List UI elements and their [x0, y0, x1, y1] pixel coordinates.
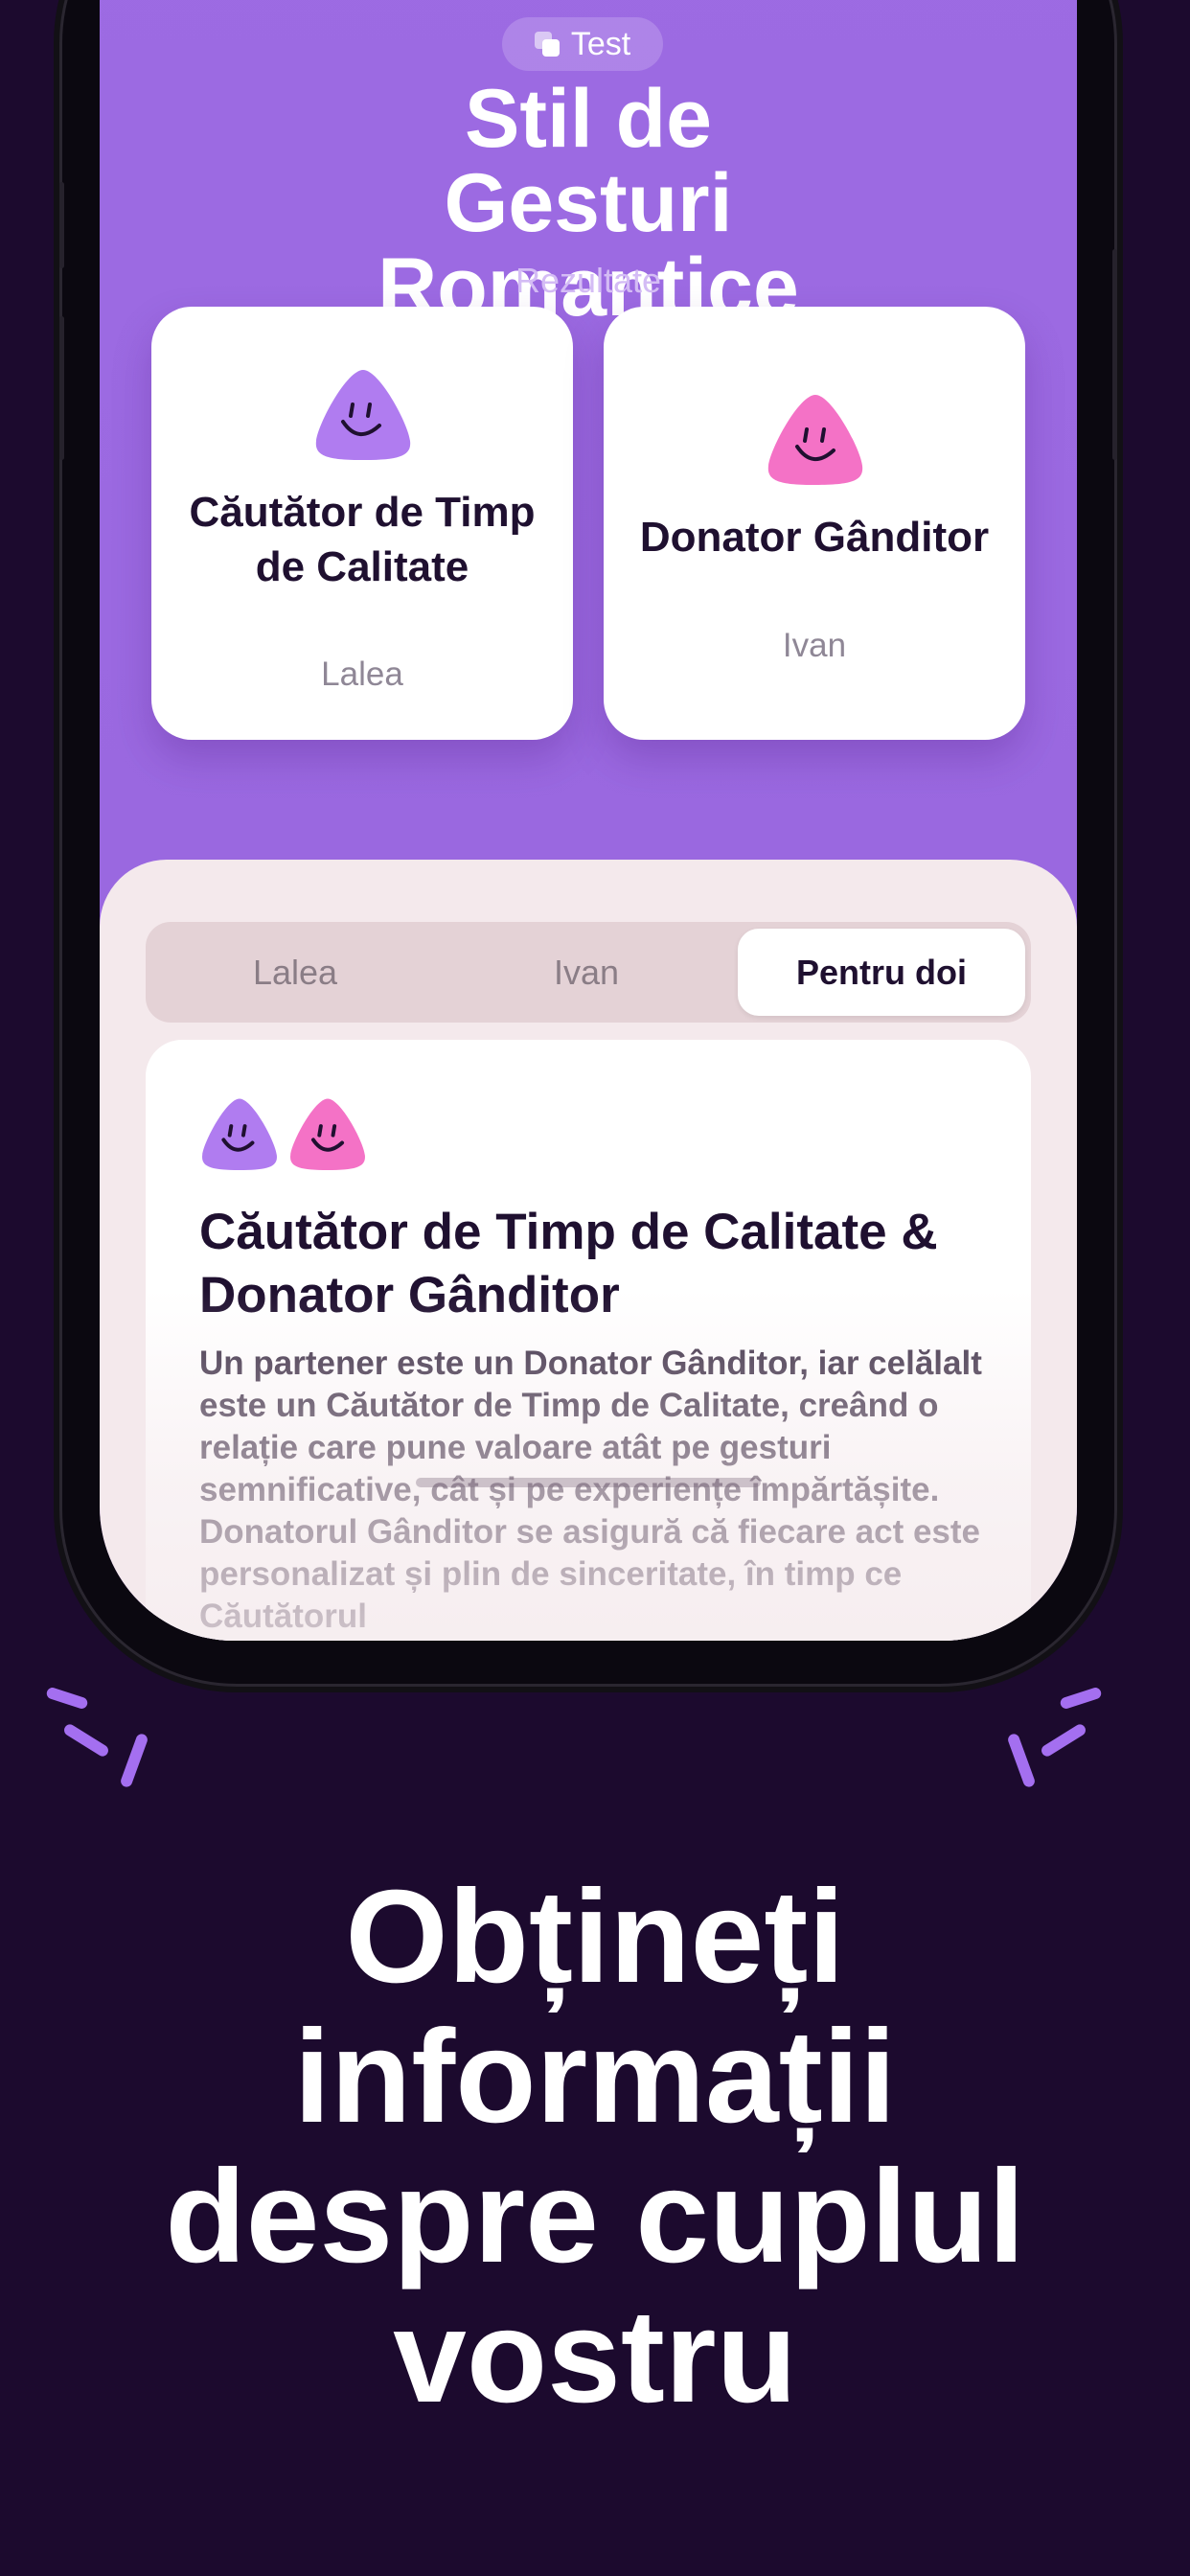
smiley-blob-icon	[767, 395, 863, 485]
app-screen: Test Stil de Gesturi Romantice Rezultate…	[100, 0, 1077, 1641]
smiley-blob-icon	[290, 1098, 365, 1171]
smiley-blob-icon	[315, 370, 411, 460]
page-subtitle: Rezultate	[515, 261, 662, 300]
marketing-headline-text: Obțineți informații despre cuplul vostru	[165, 1863, 1025, 2430]
tab-ivan[interactable]: Ivan	[443, 929, 730, 1016]
result-type-name: Donator Gânditor	[639, 514, 990, 561]
test-badge: Test	[502, 17, 663, 71]
marketing-headline: Obțineți informații despre cuplul vostru	[0, 1867, 1190, 2426]
tab-lalea[interactable]: Lalea	[151, 929, 439, 1016]
copy-icon	[534, 32, 560, 57]
result-type-name: Căutător de Timp de Calitate	[189, 489, 536, 590]
segmented-control: Lalea Ivan Pentru doi	[146, 922, 1031, 1023]
combined-result-card: Căutător de Timp de Calitate & Donator G…	[146, 1040, 1031, 1641]
results-sheet: Lalea Ivan Pentru doi Căutător de Timp d…	[100, 860, 1077, 1641]
result-card-lalea[interactable]: Căutător de Timp de Calitate Lalea	[151, 307, 573, 740]
result-card-ivan[interactable]: Donator Gânditor Ivan	[604, 307, 1025, 740]
tab-pentru-doi[interactable]: Pentru doi	[738, 929, 1025, 1016]
home-indicator	[416, 1478, 761, 1487]
result-person-name: Ivan	[782, 627, 847, 664]
smiley-blob-icon	[202, 1098, 277, 1171]
combined-result-title: Căutător de Timp de Calitate & Donator G…	[199, 1204, 938, 1323]
combined-result-description: Un partener este un Donator Gânditor, ia…	[199, 1345, 982, 1635]
side-button	[1112, 249, 1117, 460]
result-person-name: Lalea	[321, 656, 403, 693]
phone-frame: Test Stil de Gesturi Romantice Rezultate…	[59, 0, 1117, 1687]
side-button	[59, 182, 64, 268]
test-badge-label: Test	[570, 25, 631, 62]
side-button	[59, 316, 64, 460]
